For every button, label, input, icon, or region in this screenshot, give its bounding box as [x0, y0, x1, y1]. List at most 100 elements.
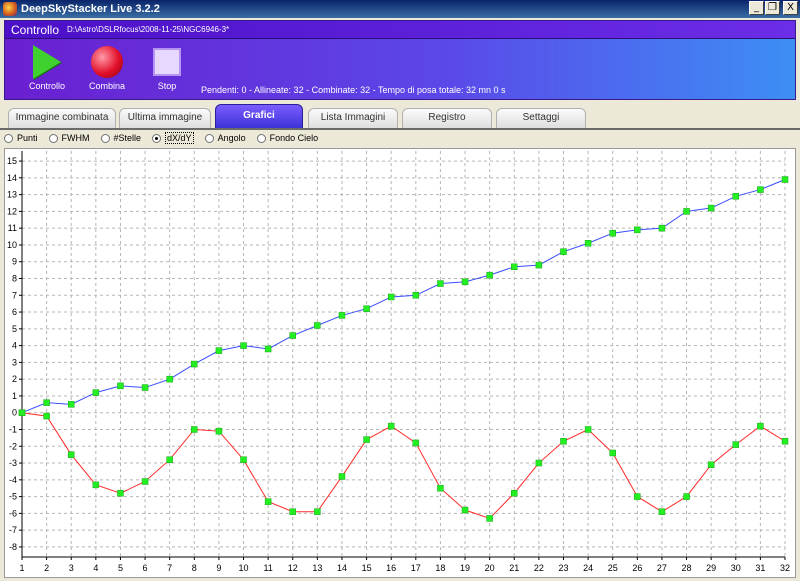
x-tick-label: 19 — [460, 563, 470, 573]
combina-button[interactable]: Combina — [77, 43, 137, 91]
stop-label: Stop — [157, 81, 177, 91]
x-tick-label: 16 — [386, 563, 396, 573]
radio-fwhm[interactable]: FWHM — [48, 133, 90, 143]
series-1-point — [191, 360, 198, 368]
series-1-point — [264, 345, 272, 353]
x-tick-label: 4 — [93, 563, 98, 573]
series-2-point — [141, 478, 149, 485]
x-tick-label: 26 — [632, 563, 642, 573]
control-panel: Controllo D:\Astro\DSLRfocus\2008-11-25\… — [4, 20, 796, 100]
y-tick-label: 8 — [12, 274, 17, 284]
stacking-status: Pendenti: 0 - Allineate: 32 - Combinate:… — [201, 85, 506, 95]
series-1-point — [560, 248, 567, 255]
series-2-point — [363, 436, 370, 443]
series-2-point — [757, 422, 764, 430]
series-1-point — [387, 293, 395, 301]
series-1-point — [92, 389, 100, 396]
radio-angolo[interactable]: Angolo — [204, 133, 246, 143]
tab-immagine-combinata[interactable]: Immagine combinata — [8, 108, 116, 128]
series-1-point — [511, 263, 518, 271]
x-tick-label: 13 — [312, 563, 322, 573]
radio-circle-icon — [100, 133, 110, 143]
dxdy-chart: -8-7-6-5-4-3-2-101234567891011121314151 2… — [7, 151, 790, 573]
y-tick-label: -5 — [9, 492, 17, 502]
tab-divider — [0, 128, 800, 130]
y-tick-label: -7 — [9, 525, 17, 535]
series-1-point — [634, 226, 641, 234]
tab-settaggi[interactable]: Settaggi — [496, 108, 586, 128]
series-1-point — [166, 375, 173, 383]
y-tick-label: 12 — [7, 206, 17, 216]
series-2-point — [289, 508, 296, 515]
x-tick-label: 32 — [780, 563, 790, 573]
series-2-point — [560, 437, 567, 445]
series-2-point — [609, 449, 616, 457]
x-tick-label: 12 — [288, 563, 298, 573]
x-tick-label: 24 — [583, 563, 593, 573]
close-button[interactable]: X — [783, 1, 798, 15]
control-panel-header: Controllo D:\Astro\DSLRfocus\2008-11-25\… — [5, 21, 795, 39]
series-2-point — [43, 412, 50, 420]
series-1-point — [683, 208, 690, 215]
series-1-point — [707, 204, 715, 212]
tab-lista-immagini[interactable]: Lista Immagini — [308, 108, 398, 128]
x-tick-label: 7 — [167, 563, 172, 573]
x-tick-label: 11 — [263, 563, 272, 573]
x-tick-label: 6 — [143, 563, 148, 573]
series-1-point — [732, 193, 740, 200]
y-tick-label: 9 — [12, 257, 17, 267]
tab-ultima-immagine[interactable]: Ultima immagine — [119, 108, 211, 128]
series-1-point — [461, 278, 469, 286]
y-tick-label: 1 — [12, 391, 17, 401]
y-tick-label: -2 — [9, 441, 17, 451]
series-1-point — [215, 347, 223, 354]
minimize-button[interactable]: _ — [749, 1, 764, 15]
series-1-point — [584, 240, 592, 247]
radio-circle-icon — [256, 133, 266, 143]
y-tick-label: 7 — [12, 290, 17, 300]
radio-stelle[interactable]: #Stelle — [100, 133, 141, 143]
radio-checked-icon — [152, 133, 162, 143]
radio-fondo-cielo[interactable]: Fondo Cielo — [256, 133, 318, 143]
title-bar: DeepSkyStacker Live 3.2.2 _ ❐ X — [0, 0, 800, 18]
series-line-1 — [21, 179, 786, 414]
y-tick-label: 5 — [12, 324, 17, 334]
stop-button[interactable]: Stop — [137, 43, 197, 91]
series-2-point — [338, 473, 346, 480]
series-1-point — [757, 186, 764, 193]
radio-punti[interactable]: Punti — [4, 133, 38, 143]
x-tick-label: 25 — [608, 563, 618, 573]
series-2-point — [486, 515, 493, 522]
x-tick-label: 14 — [337, 563, 347, 573]
tab-bar: Immagine combinata Ultima immagine Grafi… — [4, 104, 796, 128]
series-2-point — [781, 437, 789, 445]
monitored-folder-path: D:\Astro\DSLRfocus\2008-11-25\NGC6946-3* — [67, 25, 230, 34]
controllo-button[interactable]: Controllo — [17, 43, 77, 91]
series-2-point — [67, 451, 75, 458]
y-tick-label: -8 — [9, 542, 17, 552]
radio-dxdy[interactable]: dX/dY — [152, 132, 194, 144]
window-controls: _ ❐ X — [749, 1, 798, 15]
x-tick-label: 29 — [706, 563, 716, 573]
x-tick-label: 27 — [657, 563, 667, 573]
y-tick-label: -1 — [9, 424, 17, 434]
record-icon — [91, 46, 123, 78]
series-1-point — [289, 332, 296, 339]
app-logo-icon — [3, 2, 17, 16]
control-panel-title: Controllo — [11, 22, 60, 37]
series-1-point — [535, 261, 543, 269]
stop-icon — [153, 48, 181, 76]
series-2-point — [535, 459, 543, 467]
y-tick-label: 2 — [12, 374, 17, 384]
tab-grafici[interactable]: Grafici — [215, 104, 303, 128]
series-1-point — [141, 384, 149, 391]
x-tick-label: 30 — [731, 563, 741, 573]
series-2-point — [264, 498, 272, 505]
tab-registro[interactable]: Registro — [402, 108, 492, 128]
series-1-point — [658, 224, 666, 232]
series-2-point — [215, 427, 223, 435]
series-2-point — [387, 422, 395, 430]
y-tick-label: 0 — [12, 408, 17, 418]
series-1-point — [338, 312, 346, 319]
restore-button[interactable]: ❐ — [765, 1, 780, 15]
